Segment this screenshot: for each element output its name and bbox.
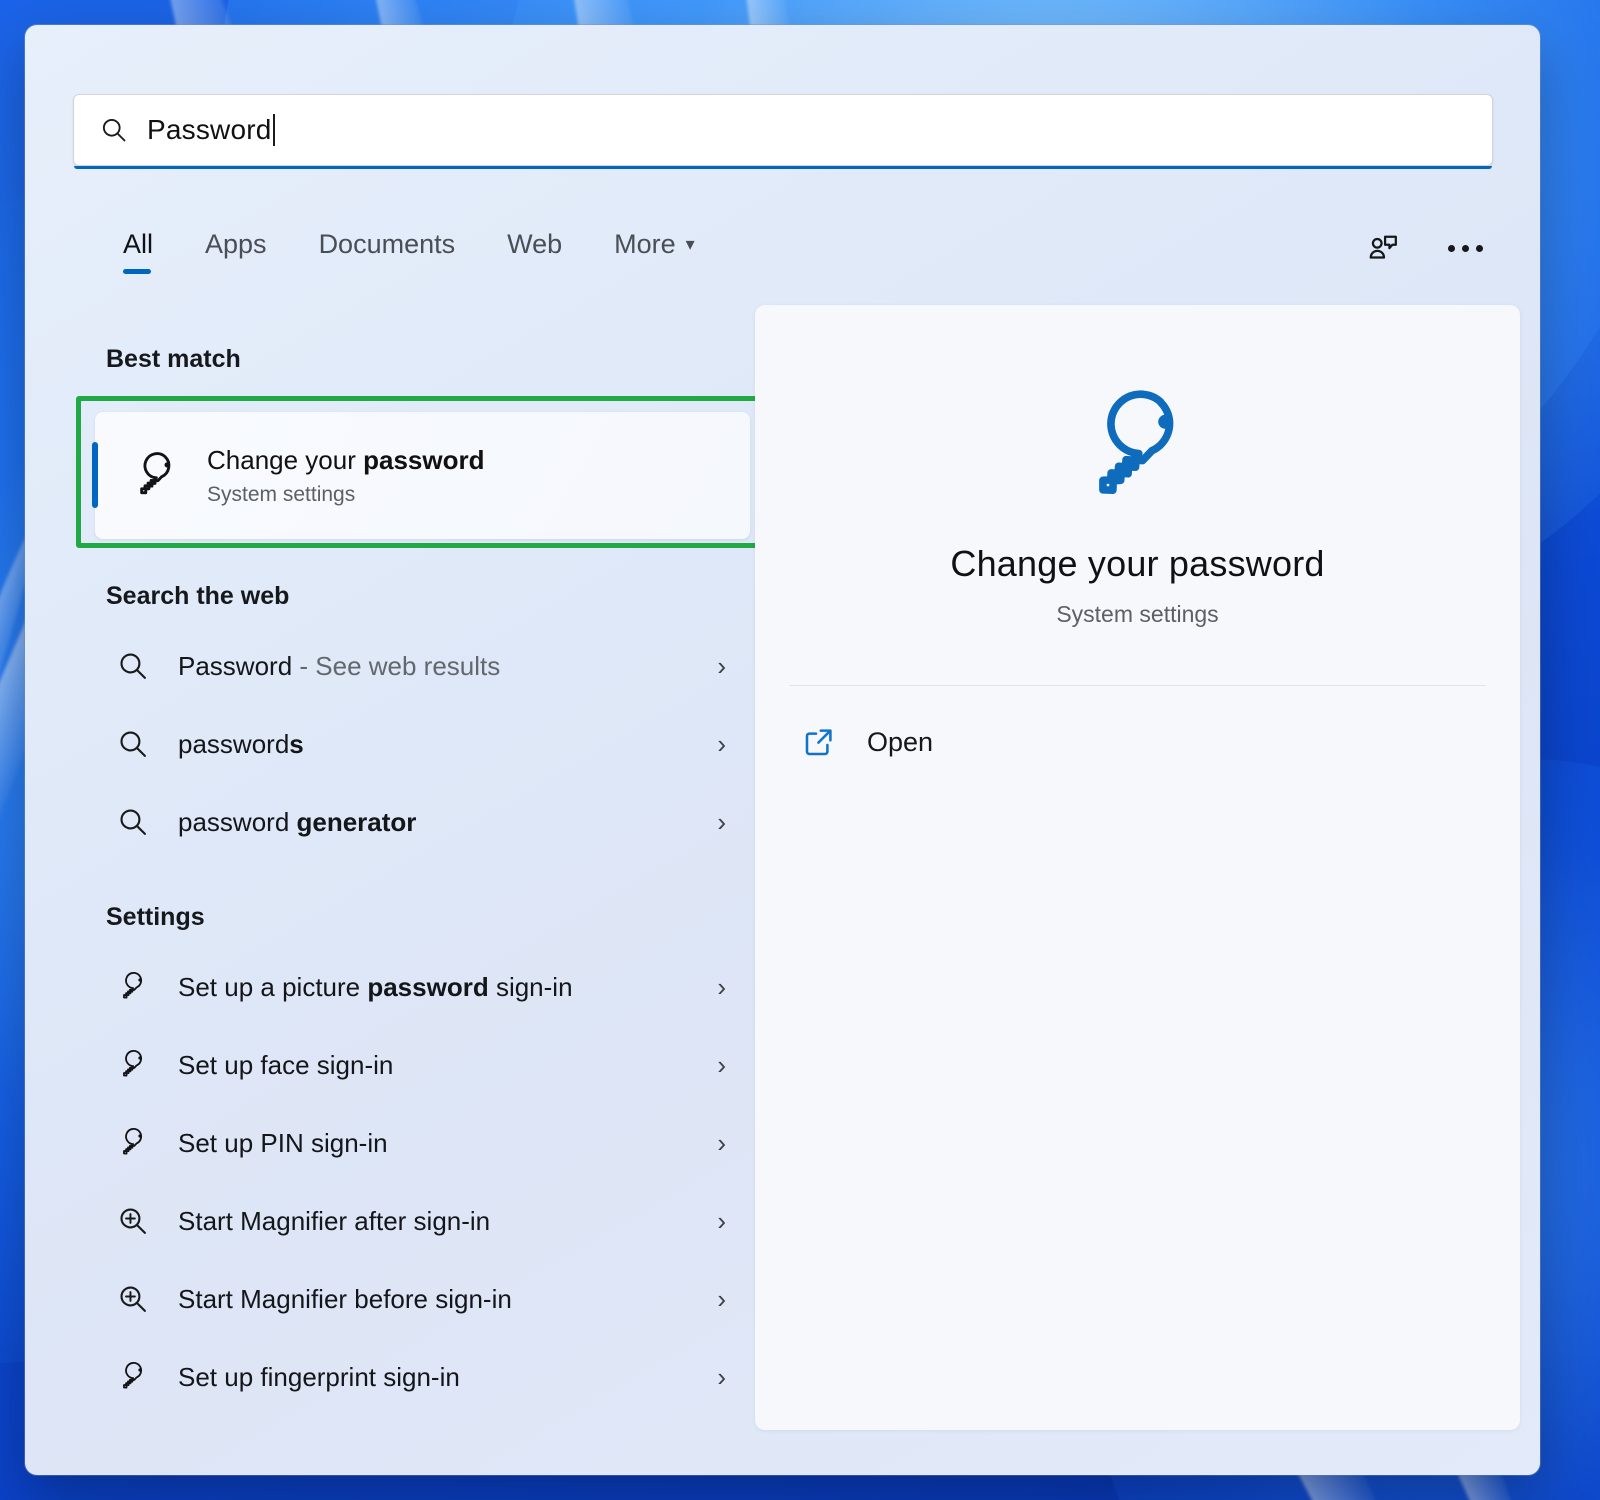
best-match-subtitle: System settings xyxy=(207,483,484,507)
text-caret xyxy=(273,114,275,146)
list-item-label: Start Magnifier before sign-in xyxy=(178,1284,512,1315)
list-item[interactable]: Set up a picture password sign-in › xyxy=(106,948,736,1026)
list-item-label-muted: - See web results xyxy=(292,651,500,681)
list-item-label-bold: s xyxy=(289,729,303,759)
search-icon xyxy=(116,649,150,683)
search-box-container: Password xyxy=(73,94,1493,166)
open-button-label: Open xyxy=(867,727,933,758)
list-item-label-plain: Set up face sign-in xyxy=(178,1050,393,1080)
magnifier-plus-icon xyxy=(116,1282,150,1316)
best-match-title-plain: Change your xyxy=(207,445,363,475)
tab-documents-label: Documents xyxy=(319,229,456,259)
list-item-label-plain: Set up fingerprint sign-in xyxy=(178,1362,460,1392)
list-item-label-plain: Set up PIN sign-in xyxy=(178,1128,388,1158)
search-input-value: Password xyxy=(147,114,272,146)
preview-subtitle: System settings xyxy=(755,601,1520,628)
preview-divider xyxy=(789,685,1486,686)
list-item-label-tail: sign-in xyxy=(489,972,573,1002)
search-input-value-wrap: Password xyxy=(147,114,275,146)
list-item-label-plain: Password xyxy=(178,651,292,681)
best-match-highlight-box: Change your password System settings xyxy=(76,396,766,548)
list-item-label-plain: Start Magnifier before sign-in xyxy=(178,1284,512,1314)
web-results-list: Password - See web results › passwords › xyxy=(81,627,760,861)
list-item-label: password generator xyxy=(178,807,416,838)
desktop-wallpaper: Password All Apps Documents Web More ▾ xyxy=(0,0,1600,1500)
list-item[interactable]: passwords › xyxy=(106,705,736,783)
tab-more[interactable]: More ▾ xyxy=(588,225,721,278)
chevron-right-icon[interactable]: › xyxy=(717,809,726,835)
filter-tabs: All Apps Documents Web More ▾ xyxy=(97,225,721,278)
chevron-right-icon[interactable]: › xyxy=(717,731,726,757)
chevron-right-icon[interactable]: › xyxy=(717,974,726,1000)
search-icon xyxy=(99,115,129,145)
chevron-right-icon[interactable]: › xyxy=(717,1130,726,1156)
section-header-settings: Settings xyxy=(106,903,760,932)
tab-web-label: Web xyxy=(507,229,562,259)
list-item-label: passwords xyxy=(178,729,304,760)
list-item-label: Set up a picture password sign-in xyxy=(178,972,573,1003)
feedback-button[interactable] xyxy=(1356,221,1410,275)
chevron-right-icon[interactable]: › xyxy=(717,1052,726,1078)
list-item-label: Set up fingerprint sign-in xyxy=(178,1362,460,1393)
selection-indicator xyxy=(92,442,98,508)
best-match-title-bold: password xyxy=(363,445,484,475)
best-match-title: Change your password xyxy=(207,444,484,477)
search-input[interactable]: Password xyxy=(73,94,1493,166)
tab-all-label: All xyxy=(123,229,153,259)
section-header-search-the-web: Search the web xyxy=(106,582,760,611)
key-icon xyxy=(1072,383,1204,515)
preview-panel: Change your password System settings Ope… xyxy=(755,305,1520,1430)
search-flyout-panel: Password All Apps Documents Web More ▾ xyxy=(25,25,1540,1475)
tab-all[interactable]: All xyxy=(97,225,179,278)
search-accent-underline xyxy=(74,166,1492,169)
preview-title: Change your password xyxy=(755,543,1520,585)
open-button[interactable]: Open xyxy=(801,710,1101,774)
best-match-texts: Change your password System settings xyxy=(207,444,484,508)
list-item-label-plain: Start Magnifier after sign-in xyxy=(178,1206,490,1236)
feedback-icon xyxy=(1366,231,1400,265)
list-item-label: Set up face sign-in xyxy=(178,1050,393,1081)
best-match-result-item[interactable]: Change your password System settings xyxy=(95,412,750,539)
tab-more-label: More xyxy=(614,229,676,259)
chevron-right-icon[interactable]: › xyxy=(717,1364,726,1390)
open-external-icon xyxy=(801,724,837,760)
tab-web[interactable]: Web xyxy=(481,225,588,278)
list-item[interactable]: Set up face sign-in › xyxy=(106,1026,736,1104)
key-icon xyxy=(129,449,183,503)
chevron-right-icon[interactable]: › xyxy=(717,653,726,679)
list-item[interactable]: Set up fingerprint sign-in › xyxy=(106,1338,736,1416)
list-item-label-plain: Set up a picture xyxy=(178,972,367,1002)
list-item[interactable]: Password - See web results › xyxy=(106,627,736,705)
panel-top-actions xyxy=(1356,221,1492,275)
list-item-label-bold: generator xyxy=(297,807,417,837)
list-item-label-plain: password xyxy=(178,729,289,759)
list-item-label-plain: password xyxy=(178,807,297,837)
settings-results-list: Set up a picture password sign-in › Set … xyxy=(81,948,760,1416)
chevron-right-icon[interactable]: › xyxy=(717,1208,726,1234)
chevron-down-icon: ▾ xyxy=(686,234,695,255)
key-icon xyxy=(116,970,150,1004)
list-item[interactable]: password generator › xyxy=(106,783,736,861)
section-header-best-match: Best match xyxy=(106,345,760,374)
list-item-label-bold: password xyxy=(367,972,488,1002)
key-icon xyxy=(116,1360,150,1394)
key-icon xyxy=(116,1048,150,1082)
list-item-label: Start Magnifier after sign-in xyxy=(178,1206,490,1237)
more-options-icon xyxy=(1448,245,1483,252)
list-item-label: Set up PIN sign-in xyxy=(178,1128,388,1159)
more-options-button[interactable] xyxy=(1438,221,1492,275)
list-item-label: Password - See web results xyxy=(178,651,500,682)
tab-documents[interactable]: Documents xyxy=(293,225,482,278)
search-icon xyxy=(116,805,150,839)
list-item[interactable]: Set up PIN sign-in › xyxy=(106,1104,736,1182)
tab-apps-label: Apps xyxy=(205,229,267,259)
tab-apps[interactable]: Apps xyxy=(179,225,293,278)
results-column: Best match Change your password System s… xyxy=(25,315,760,1475)
list-item[interactable]: Start Magnifier after sign-in › xyxy=(106,1182,736,1260)
key-icon xyxy=(116,1126,150,1160)
list-item[interactable]: Start Magnifier before sign-in › xyxy=(106,1260,736,1338)
chevron-right-icon[interactable]: › xyxy=(717,1286,726,1312)
magnifier-plus-icon xyxy=(116,1204,150,1238)
search-icon xyxy=(116,727,150,761)
